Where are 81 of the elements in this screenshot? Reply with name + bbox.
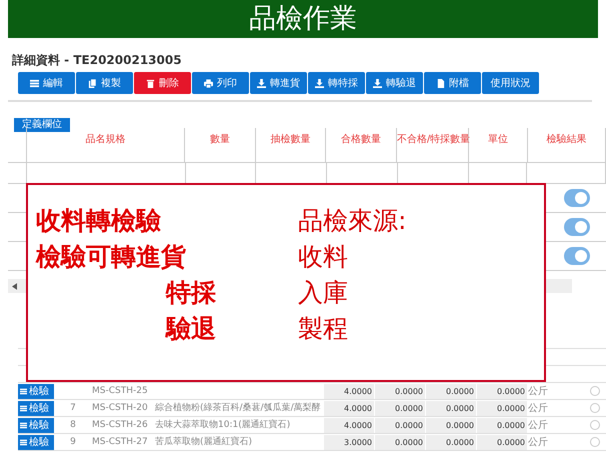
toolbar-button[interactable]: 轉驗退 [366, 72, 423, 94]
item-code: MS-CSTH-26 [92, 420, 148, 430]
callout-text: 收料 [298, 241, 349, 273]
row-number: 8 [70, 420, 76, 430]
item-name: 去味大蒜萃取物10:1(麗通紅寶石) [155, 420, 290, 430]
callout-text: 驗退 [164, 313, 217, 345]
toolbar-button[interactable]: 轉特採 [308, 72, 365, 94]
toggle-switch[interactable] [564, 189, 590, 207]
trash-icon [146, 78, 155, 88]
column-header: 不合格/特採數量 [396, 128, 469, 162]
callout-text: 入庫 [298, 277, 349, 309]
pass-quantity-cell: 0.0000 [426, 434, 476, 450]
list-icon [20, 438, 27, 446]
toolbar-button[interactable]: 複製 [76, 72, 133, 94]
radio-button[interactable] [590, 386, 600, 396]
fail-quantity-cell: 0.0000 [477, 384, 527, 398]
file-icon [436, 78, 445, 88]
download-icon [315, 78, 324, 88]
fail-quantity-cell: 0.0000 [477, 434, 527, 450]
column-header: 品名規格 [26, 128, 186, 162]
pass-quantity-cell: 0.0000 [426, 400, 476, 416]
unit-text: 公斤 [528, 436, 548, 448]
fail-quantity-cell: 0.0000 [477, 418, 527, 432]
list-icon [30, 78, 39, 88]
download-icon [257, 78, 266, 88]
callout-text: 檢驗可轉進貨 [36, 241, 187, 273]
download-icon [373, 78, 382, 88]
item-code: MS-CSTH-20 [92, 402, 148, 412]
pass-quantity-cell: 0.0000 [426, 418, 476, 432]
column-header: 單位 [468, 128, 528, 162]
toggle-switch[interactable] [564, 247, 590, 265]
callout-text: 製程 [298, 313, 349, 345]
quantity-cell: 4.0000 [324, 418, 374, 432]
printer-icon [204, 78, 213, 88]
toolbar-button[interactable]: 轉進貨 [250, 72, 307, 94]
pass-quantity-cell: 0.0000 [426, 384, 476, 398]
toolbar-button[interactable]: 使用狀況 [482, 72, 539, 94]
callout-text: 品檢來源: [298, 205, 406, 237]
quantity-cell: 4.0000 [324, 384, 374, 398]
sample-quantity-cell: 0.0000 [375, 384, 425, 398]
callout-text: 特採 [164, 277, 217, 309]
radio-button[interactable] [590, 437, 600, 447]
item-code: MS-CSTH-25 [92, 386, 148, 396]
sample-quantity-cell: 0.0000 [375, 418, 425, 432]
inspect-button[interactable]: 檢驗 [18, 384, 54, 398]
row-number: 7 [70, 402, 76, 412]
toolbar-button[interactable]: 附檔 [424, 72, 481, 94]
row-number: 9 [70, 436, 76, 446]
item-name: 綜合植物粉(綠茶百科/桑葚/瓠瓜葉/萬梨酵 [155, 402, 321, 412]
list-icon [20, 422, 27, 428]
toolbar-button[interactable]: 列印 [192, 72, 249, 94]
toggle-switch[interactable] [564, 218, 590, 236]
callout-text: 收料轉檢驗 [36, 205, 162, 237]
copy-icon [88, 78, 97, 88]
fail-quantity-cell: 0.0000 [477, 400, 527, 416]
column-header: 合格數量 [326, 128, 397, 162]
radio-button[interactable] [590, 403, 600, 413]
toolbar-button[interactable]: 編輯 [18, 72, 75, 94]
unit-text: 公斤 [528, 402, 548, 414]
list-icon [20, 388, 27, 394]
toolbar-button[interactable]: 刪除 [134, 72, 191, 94]
sample-quantity-cell: 0.0000 [375, 400, 425, 416]
scroll-left-icon[interactable] [12, 282, 17, 290]
detail-heading: 詳細資料 - TE20200213005 [10, 52, 183, 69]
slide-title: 品檢作業 [249, 2, 357, 36]
column-header: 抽檢數量 [256, 128, 326, 162]
unit-text: 公斤 [528, 420, 548, 430]
radio-button[interactable] [590, 420, 600, 430]
sample-quantity-cell: 0.0000 [375, 434, 425, 450]
unit-text: 公斤 [528, 386, 548, 396]
column-header: 檢驗結果 [528, 128, 606, 162]
inspect-button[interactable]: 檢驗 [18, 434, 54, 450]
inspect-button[interactable]: 檢驗 [18, 418, 54, 432]
quantity-cell: 3.0000 [324, 434, 374, 450]
define-columns-button[interactable]: 定義欄位 [14, 118, 70, 132]
inspect-button[interactable]: 檢驗 [18, 400, 54, 416]
item-code: MS-CSTH-27 [92, 436, 148, 446]
column-header: 數量 [185, 128, 256, 162]
item-name: 苦瓜萃取物(麗通紅寶石) [155, 436, 252, 446]
list-icon [20, 404, 27, 412]
quantity-cell: 4.0000 [324, 400, 374, 416]
